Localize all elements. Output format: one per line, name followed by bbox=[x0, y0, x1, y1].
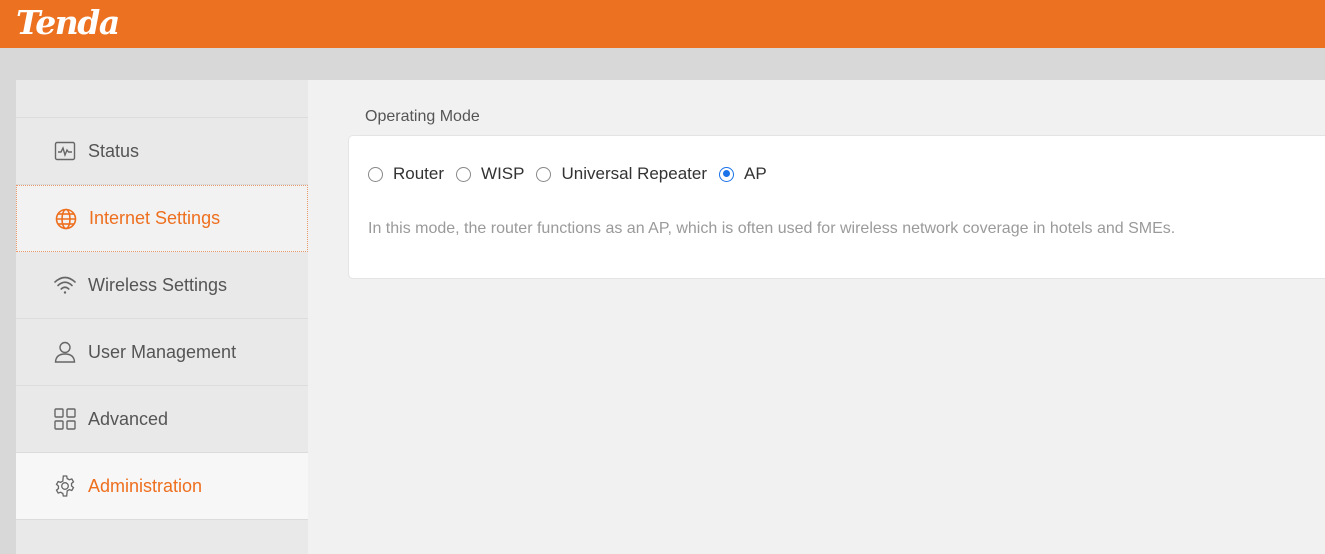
sidebar-item-label: User Management bbox=[88, 341, 237, 362]
section-title: Operating Mode bbox=[365, 108, 480, 125]
sidebar-item-label: Internet Settings bbox=[89, 208, 221, 228]
gear-icon bbox=[52, 473, 78, 499]
sidebar-item-user-management[interactable]: User Management bbox=[16, 319, 308, 386]
sidebar-nav: Status Internet Settings Wireless Settin… bbox=[16, 80, 308, 554]
sidebar-item-advanced[interactable]: Advanced bbox=[16, 386, 308, 453]
globe-icon bbox=[53, 206, 79, 232]
grid-icon bbox=[52, 406, 78, 432]
sidebar-item-wireless-settings[interactable]: Wireless Settings bbox=[16, 252, 308, 319]
sidebar-item-label: Status bbox=[88, 140, 140, 161]
sidebar-spacer bbox=[16, 80, 308, 118]
main-content: Operating Mode Router WISP Universal Rep… bbox=[308, 80, 1325, 554]
mode-option-wisp[interactable]: WISP bbox=[456, 164, 524, 184]
radio-button[interactable] bbox=[456, 166, 472, 182]
mode-radio-group: Router WISP Universal Repeater AP bbox=[368, 164, 779, 184]
top-header-bar: Tenda bbox=[0, 0, 1325, 48]
sidebar-item-label: Administration bbox=[88, 475, 203, 496]
mode-option-universal-repeater[interactable]: Universal Repeater bbox=[536, 164, 707, 184]
user-icon bbox=[52, 339, 78, 365]
mode-option-router[interactable]: Router bbox=[368, 164, 444, 184]
operating-mode-card: Router WISP Universal Repeater AP In thi… bbox=[348, 135, 1325, 279]
radio-button[interactable] bbox=[368, 166, 383, 182]
activity-monitor-icon bbox=[52, 138, 78, 164]
sidebar-item-status[interactable]: Status bbox=[16, 118, 308, 185]
sidebar-item-internet-settings[interactable]: Internet Settings bbox=[16, 185, 308, 252]
wifi-icon bbox=[52, 272, 78, 298]
sidebar-item-label: Wireless Settings bbox=[88, 274, 228, 295]
mode-label: Universal Repeater bbox=[561, 164, 707, 183]
tenda-logo: Tenda bbox=[16, 3, 120, 42]
mode-label: Router bbox=[393, 164, 445, 183]
radio-button[interactable] bbox=[536, 166, 552, 182]
mode-label: WISP bbox=[481, 164, 525, 183]
sidebar-item-label: Advanced bbox=[88, 408, 169, 429]
mode-description: In this mode, the router functions as an… bbox=[368, 220, 1176, 237]
mode-option-ap[interactable]: AP bbox=[719, 164, 767, 184]
mode-label: AP bbox=[744, 164, 767, 183]
radio-button-checked[interactable] bbox=[719, 166, 734, 182]
sidebar-item-administration[interactable]: Administration bbox=[16, 453, 308, 520]
